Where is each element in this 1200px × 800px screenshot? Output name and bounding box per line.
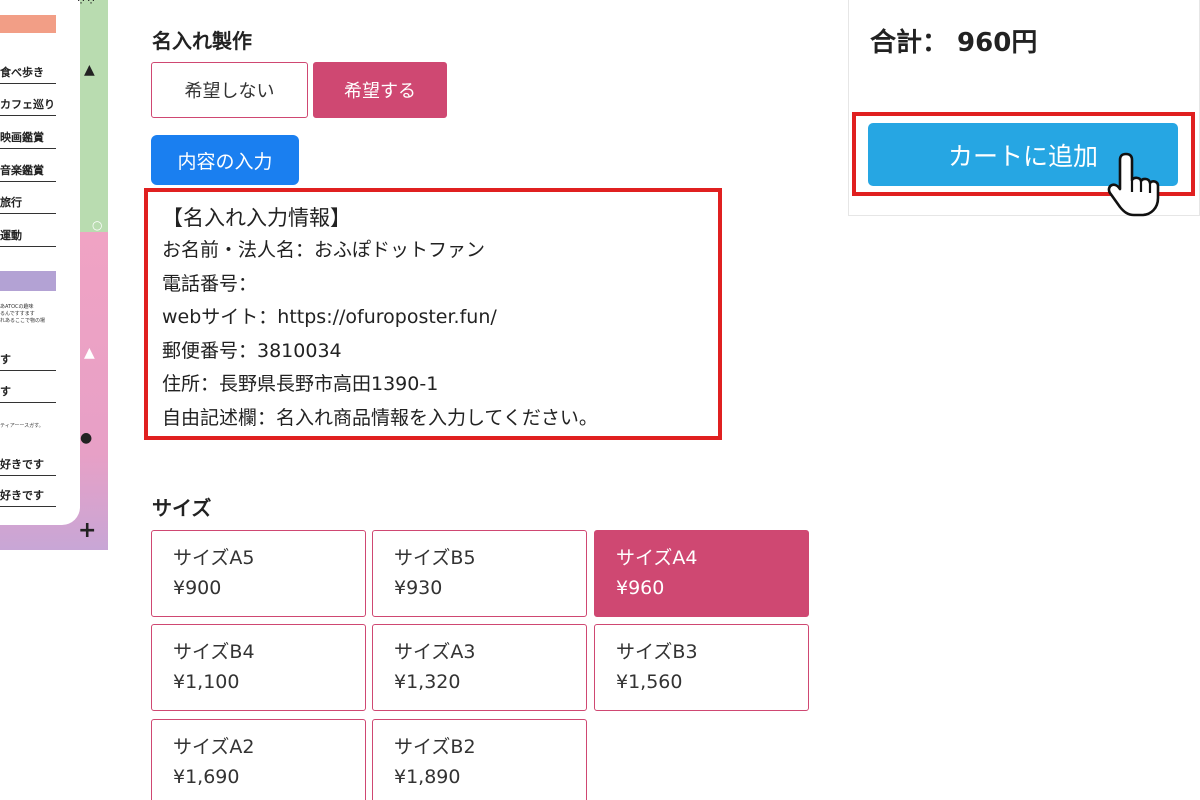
size-name: サイズB3 xyxy=(616,641,698,663)
size-price: ¥1,690 xyxy=(173,766,240,788)
preview-item: 食べ歩き xyxy=(0,64,56,84)
preview-lavender-block xyxy=(0,271,56,291)
info-postal-code: 郵便番号：3810034 xyxy=(162,339,342,362)
enter-content-button[interactable]: 内容の入力 xyxy=(151,135,299,185)
size-name: サイズA3 xyxy=(394,641,476,663)
preview-like: す xyxy=(0,351,56,371)
preview-item: 映画鑑賞 xyxy=(0,129,56,149)
size-option-a3[interactable]: サイズA3 ¥1,320 xyxy=(372,624,587,711)
preview-tiny-text: るんですすます xyxy=(0,311,35,317)
size-price: ¥1,320 xyxy=(394,671,461,693)
dot-icon: ● xyxy=(80,430,93,446)
info-address: 住所：長野県長野市高田1390-1 xyxy=(162,373,439,395)
size-name: サイズA5 xyxy=(173,547,255,569)
size-title: サイズ xyxy=(152,496,212,520)
size-option-b2[interactable]: サイズB2 ¥1,890 xyxy=(372,719,587,800)
size-name: サイズA2 xyxy=(173,736,255,758)
info-name: お名前・法人名：おふぽドットファン xyxy=(162,239,486,261)
preview-item: 運動 xyxy=(0,227,56,247)
size-option-b4[interactable]: サイズB4 ¥1,100 xyxy=(151,624,366,711)
info-website: webサイト：https://ofuroposter.fun/ xyxy=(162,306,497,328)
size-option-b3[interactable]: サイズB3 ¥1,560 xyxy=(594,624,809,711)
preview-small-note: ティアーースガす。 xyxy=(0,423,44,429)
info-phone: 電話番号： xyxy=(162,272,258,295)
preview-like: 好きです xyxy=(0,456,56,476)
size-price: ¥1,100 xyxy=(173,671,240,693)
info-heading: 【名入れ入力情報】 xyxy=(162,206,351,230)
info-free-text: 自由記述欄：名入れ商品情報を入力してください。 xyxy=(162,406,598,429)
preview-tiny-text: れあるここで物の場 xyxy=(0,318,46,324)
size-price: ¥960 xyxy=(616,577,665,599)
total-price: 合計： 960円 xyxy=(870,28,1038,58)
preview-salmon-block xyxy=(0,15,56,33)
size-price: ¥1,890 xyxy=(394,766,461,788)
engraving-option-yes[interactable]: 希望する xyxy=(313,62,447,118)
size-name: サイズB2 xyxy=(394,736,476,758)
triangle-up-icon: ▲ xyxy=(84,345,95,361)
size-option-a5[interactable]: サイズA5 ¥900 xyxy=(151,530,366,617)
triangle-up-icon: ▲ xyxy=(84,62,95,78)
size-option-a2[interactable]: サイズA2 ¥1,690 xyxy=(151,719,366,800)
engraving-title: 名入れ製作 xyxy=(152,29,252,53)
size-price: ¥900 xyxy=(173,577,222,599)
engraving-info-box: 【名入れ入力情報】 お名前・法人名：おふぽドットファン 電話番号： webサイト… xyxy=(144,188,722,440)
preview-item: カフェ巡り xyxy=(0,96,56,116)
pointer-hand-icon xyxy=(1107,152,1160,217)
preview-card: 食べ歩き カフェ巡り 映画鑑賞 音楽鑑賞 旅行 運動 あATOCの趣味 るんです… xyxy=(0,0,80,525)
size-price: ¥930 xyxy=(394,577,443,599)
preview-tiny-text: あATOCの趣味 xyxy=(0,304,34,310)
preview-item: 音楽鑑賞 xyxy=(0,162,56,182)
preview-like: 好きです xyxy=(0,487,56,507)
size-name: サイズB4 xyxy=(173,641,255,663)
circle-icon: ○ xyxy=(92,218,103,232)
plus-icon: + xyxy=(78,518,97,543)
product-preview-image: 食べ歩き カフェ巡り 映画鑑賞 音楽鑑賞 旅行 運動 あATOCの趣味 るんです… xyxy=(0,0,108,550)
engraving-option-no[interactable]: 希望しない xyxy=(151,62,308,118)
size-name: サイズA4 xyxy=(616,547,698,569)
size-price: ¥1,560 xyxy=(616,671,683,693)
size-option-a4[interactable]: サイズA4 ¥960 xyxy=(594,530,809,617)
dots-icon: ⁘⁘ xyxy=(76,0,97,8)
preview-like: す xyxy=(0,383,56,403)
preview-item: 旅行 xyxy=(0,194,56,214)
size-option-b5[interactable]: サイズB5 ¥930 xyxy=(372,530,587,617)
size-name: サイズB5 xyxy=(394,547,476,569)
